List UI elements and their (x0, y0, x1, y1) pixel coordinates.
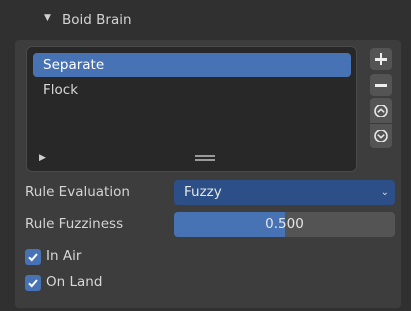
collapse-triangle-icon[interactable]: ▼ (44, 13, 51, 23)
move-up-button[interactable] (370, 98, 392, 123)
checkmark-icon (28, 253, 38, 262)
list-item-separate[interactable]: Separate (33, 53, 351, 77)
move-down-button[interactable] (370, 123, 392, 148)
minus-icon (375, 84, 387, 87)
rule-evaluation-value: Fuzzy (184, 184, 222, 200)
chevron-up-icon (374, 105, 388, 117)
rules-list[interactable]: Separate Flock ▶ (26, 46, 357, 172)
add-rule-button[interactable] (370, 48, 392, 70)
move-buttons (370, 98, 392, 148)
triangle-right-icon[interactable]: ▶ (39, 153, 46, 163)
on-land-checkbox[interactable] (25, 275, 41, 291)
chevron-down-icon: ⌄ (380, 187, 389, 198)
rule-evaluation-dropdown[interactable]: Fuzzy ⌄ (174, 180, 395, 205)
panel-title: Boid Brain (62, 12, 132, 28)
list-item-flock[interactable]: Flock (33, 78, 351, 102)
panel-header[interactable]: ▼ Boid Brain (0, 0, 411, 40)
grip-icon[interactable] (195, 155, 215, 161)
rule-fuzziness-value: 0.500 (265, 216, 304, 232)
rule-fuzziness-slider[interactable]: 0.500 (174, 212, 395, 237)
on-land-label: On Land (46, 274, 103, 290)
in-air-label: In Air (46, 248, 82, 264)
in-air-checkbox[interactable] (25, 249, 41, 265)
rule-evaluation-label: Rule Evaluation (25, 184, 130, 200)
remove-rule-button[interactable] (370, 74, 392, 96)
rule-fuzziness-label: Rule Fuzziness (25, 216, 124, 232)
checkmark-icon (28, 279, 38, 288)
chevron-down-icon (374, 130, 388, 142)
